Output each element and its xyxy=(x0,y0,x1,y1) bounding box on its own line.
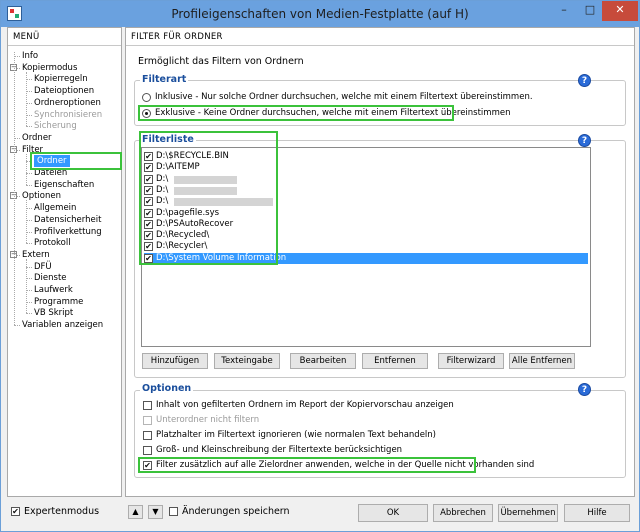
tree-line xyxy=(26,153,27,185)
menu-item-variablen-anzeigen[interactable]: Variablen anzeigen xyxy=(22,319,103,331)
ok-button[interactable]: OK xyxy=(358,504,428,522)
selected-item-highlight xyxy=(30,152,122,171)
tree-line xyxy=(26,71,27,127)
menu-item-synchronisieren[interactable]: Synchronisieren xyxy=(34,109,102,121)
tree-connector xyxy=(26,243,32,245)
menu-item-programme[interactable]: Programme xyxy=(34,296,83,308)
tree-connector xyxy=(26,184,32,186)
filterart-title: Filterart xyxy=(140,74,189,85)
option-label[interactable]: Groß- und Kleinschreibung der Filtertext… xyxy=(156,445,402,455)
zielordner-highlight xyxy=(138,457,476,473)
content-pane: FILTER FÜR ORDNER Ermöglicht das Filtern… xyxy=(125,27,635,497)
expertenmodus-label[interactable]: Expertenmodus xyxy=(24,506,99,517)
menu-item-dienste[interactable]: Dienste xyxy=(34,272,67,284)
menu-item-datensicherheit[interactable]: Datensicherheit xyxy=(34,214,101,226)
menu-item-ordner[interactable]: Ordner xyxy=(22,132,52,144)
texteingabe-button[interactable]: Texteingabe xyxy=(214,353,280,369)
uebernehmen-button[interactable]: Übernehmen xyxy=(498,504,558,522)
page-subtitle: Ermöglicht das Filtern von Ordnern xyxy=(138,56,304,67)
move-down-button[interactable]: ▼ xyxy=(148,505,163,519)
filterart-help-icon[interactable]: ? xyxy=(578,74,591,87)
option-checkbox[interactable] xyxy=(143,416,152,425)
tree-connector xyxy=(26,126,32,128)
menu-header: MENÜ xyxy=(8,28,121,46)
hinzufügen-button[interactable]: Hinzufügen xyxy=(142,353,208,369)
tree-line xyxy=(26,258,27,314)
inklusive-radio[interactable] xyxy=(142,93,151,102)
properties-window: Profileigenschaften von Medien-Festplatt… xyxy=(0,0,640,532)
title-bar[interactable]: Profileigenschaften von Medien-Festplatt… xyxy=(1,1,639,27)
menu-item-kopierregeln[interactable]: Kopierregeln xyxy=(34,73,88,85)
menu-item-dfü[interactable]: DFÜ xyxy=(34,261,52,273)
menu-item-kopiermodus[interactable]: Kopiermodus xyxy=(22,62,77,74)
minimize-button[interactable]: – xyxy=(551,1,577,21)
optionen-title: Optionen xyxy=(140,383,194,394)
tree-line xyxy=(14,52,15,326)
filterliste-highlight xyxy=(139,131,278,265)
maximize-button[interactable]: □ xyxy=(577,1,603,21)
menu-item-protokoll[interactable]: Protokoll xyxy=(34,237,71,249)
expertenmodus-checkbox[interactable]: ✔ xyxy=(11,507,20,516)
option-checkbox[interactable] xyxy=(143,446,152,455)
option-checkbox[interactable] xyxy=(143,401,152,410)
menu-item-vb-skript[interactable]: VB Skript xyxy=(34,307,73,319)
tree-connector xyxy=(14,325,20,327)
menu-item-ordneroptionen[interactable]: Ordneroptionen xyxy=(34,97,101,109)
move-up-button[interactable]: ▲ xyxy=(128,505,143,519)
hilfe-button[interactable]: Hilfe xyxy=(564,504,630,522)
menu-item-dateioptionen[interactable]: Dateioptionen xyxy=(34,85,94,97)
option-label[interactable]: Inhalt von gefilterten Ordnern im Report… xyxy=(156,400,454,410)
option-checkbox[interactable] xyxy=(143,431,152,440)
window-title: Profileigenschaften von Medien-Festplatt… xyxy=(171,7,469,21)
option-label[interactable]: Platzhalter im Filtertext ignorieren (wi… xyxy=(156,430,436,440)
menu-item-optionen[interactable]: Optionen xyxy=(22,190,61,202)
entfernen-button[interactable]: Entfernen xyxy=(362,353,428,369)
bearbeiten-button[interactable]: Bearbeiten xyxy=(290,353,356,369)
menu-pane: MENÜ Info − Kopiermodus Kopierregeln Dateiop… xyxy=(7,27,122,497)
exklusive-highlight xyxy=(138,105,454,121)
aenderungen-speichern-label[interactable]: Änderungen speichern xyxy=(182,506,290,517)
menu-item-sicherung[interactable]: Sicherung xyxy=(34,120,77,132)
aenderungen-speichern-checkbox[interactable] xyxy=(169,507,178,516)
menu-item-info[interactable]: Info xyxy=(22,50,38,62)
inklusive-label[interactable]: Inklusive - Nur solche Ordner durchsuche… xyxy=(155,92,533,102)
menu-item-eigenschaften[interactable]: Eigenschaften xyxy=(34,179,94,191)
tree-line xyxy=(26,200,27,244)
filterwizard-button[interactable]: Filterwizard xyxy=(438,353,504,369)
alle-entfernen-button[interactable]: Alle Entfernen xyxy=(509,353,575,369)
close-button[interactable]: ✕ xyxy=(602,1,638,21)
abbrechen-button[interactable]: Abbrechen xyxy=(433,504,493,522)
menu-item-laufwerk[interactable]: Laufwerk xyxy=(34,284,73,296)
menu-item-allgemein[interactable]: Allgemein xyxy=(34,202,76,214)
optionen-help-icon[interactable]: ? xyxy=(578,383,591,396)
tree-connector xyxy=(26,313,32,315)
menu-item-profilverkettung[interactable]: Profilverkettung xyxy=(34,226,102,238)
filterliste-help-icon[interactable]: ? xyxy=(578,134,591,147)
option-label[interactable]: Unterordner nicht filtern xyxy=(156,415,259,425)
content-header: FILTER FÜR ORDNER xyxy=(126,28,634,46)
